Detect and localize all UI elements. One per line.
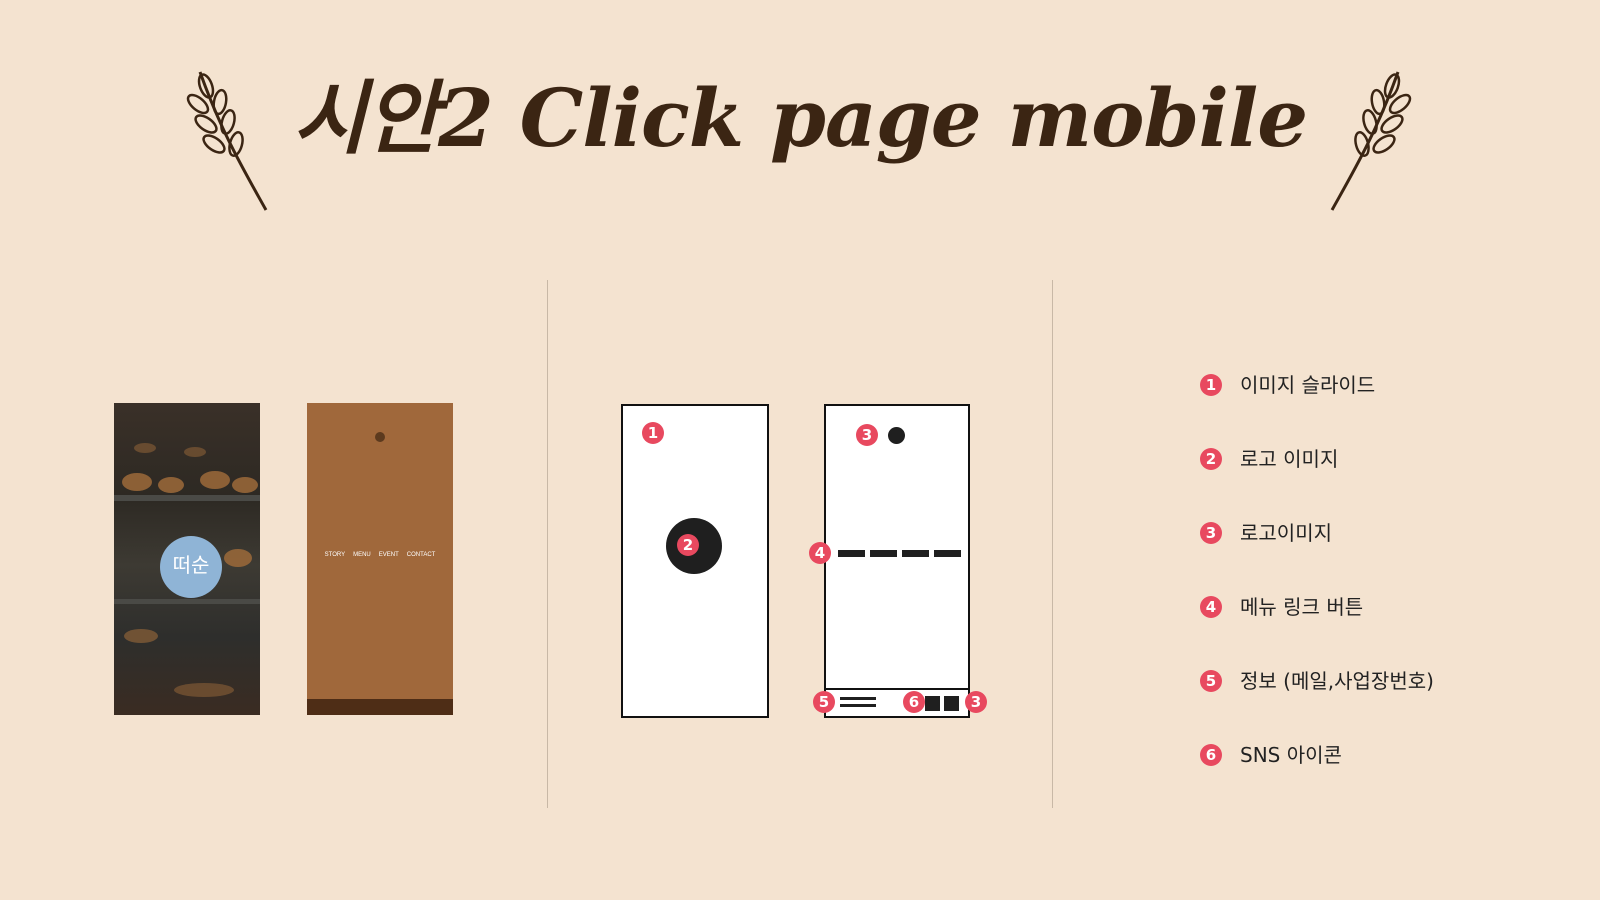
wireframe-sns-icon bbox=[944, 696, 959, 711]
wireframe-menu-button bbox=[838, 550, 865, 557]
marker-6: 6 bbox=[903, 691, 925, 713]
divider-right bbox=[1052, 280, 1053, 808]
marker-1: 1 bbox=[642, 422, 664, 444]
mobile-preview-menu: STORY MENU EVENT CONTACT bbox=[307, 403, 453, 715]
wheat-right-icon bbox=[1330, 71, 1412, 211]
legend-label: SNS 아이콘 bbox=[1240, 743, 1342, 767]
legend-badge: 2 bbox=[1200, 448, 1222, 470]
marker-3: 3 bbox=[965, 691, 987, 713]
wireframe-footer-line bbox=[826, 688, 968, 690]
mobile-preview-slide: 떠순 bbox=[114, 403, 260, 715]
menu-links: STORY MENU EVENT CONTACT bbox=[307, 552, 453, 558]
wireframe-menu-button bbox=[902, 550, 929, 557]
wireframe-menu-button bbox=[870, 550, 897, 557]
logo-image: 떠순 bbox=[160, 536, 222, 598]
marker-5: 5 bbox=[813, 691, 835, 713]
menu-link-menu[interactable]: MENU bbox=[353, 552, 371, 558]
legend-label: 로고이미지 bbox=[1240, 521, 1332, 545]
menu-link-story[interactable]: STORY bbox=[325, 552, 345, 558]
menu-link-contact[interactable]: CONTACT bbox=[407, 552, 436, 558]
wireframe-info-line bbox=[840, 704, 876, 707]
legend-item: 6 SNS 아이콘 bbox=[1200, 742, 1520, 772]
legend-badge: 1 bbox=[1200, 374, 1222, 396]
logo-dot bbox=[375, 432, 385, 442]
legend-badge: 4 bbox=[1200, 596, 1222, 618]
wireframe-sns-icon bbox=[925, 696, 940, 711]
footer-bar bbox=[307, 699, 453, 715]
legend-label: 이미지 슬라이드 bbox=[1240, 373, 1376, 397]
legend-label: 메뉴 링크 버튼 bbox=[1240, 595, 1364, 619]
legend-item: 2 로고 이미지 bbox=[1200, 446, 1520, 476]
wireframe-menu-button bbox=[934, 550, 961, 557]
legend-item: 4 메뉴 링크 버튼 bbox=[1200, 594, 1520, 624]
menu-link-event[interactable]: EVENT bbox=[379, 552, 399, 558]
divider-left bbox=[547, 280, 548, 808]
marker-2: 2 bbox=[677, 534, 699, 556]
wireframe-menu bbox=[824, 404, 970, 718]
wireframe-info-line bbox=[840, 697, 876, 700]
legend-item: 1 이미지 슬라이드 bbox=[1200, 372, 1520, 402]
legend-badge: 6 bbox=[1200, 744, 1222, 766]
legend-label: 로고 이미지 bbox=[1240, 447, 1339, 471]
wireframe-logo-dot bbox=[888, 427, 905, 444]
marker-3: 3 bbox=[856, 424, 878, 446]
legend-item: 3 로고이미지 bbox=[1200, 520, 1520, 550]
marker-4: 4 bbox=[809, 542, 831, 564]
legend-item: 5 정보 (메일,사업장번호) bbox=[1200, 668, 1520, 698]
legend-label: 정보 (메일,사업장번호) bbox=[1240, 669, 1434, 693]
legend-badge: 3 bbox=[1200, 522, 1222, 544]
legend-badge: 5 bbox=[1200, 670, 1222, 692]
